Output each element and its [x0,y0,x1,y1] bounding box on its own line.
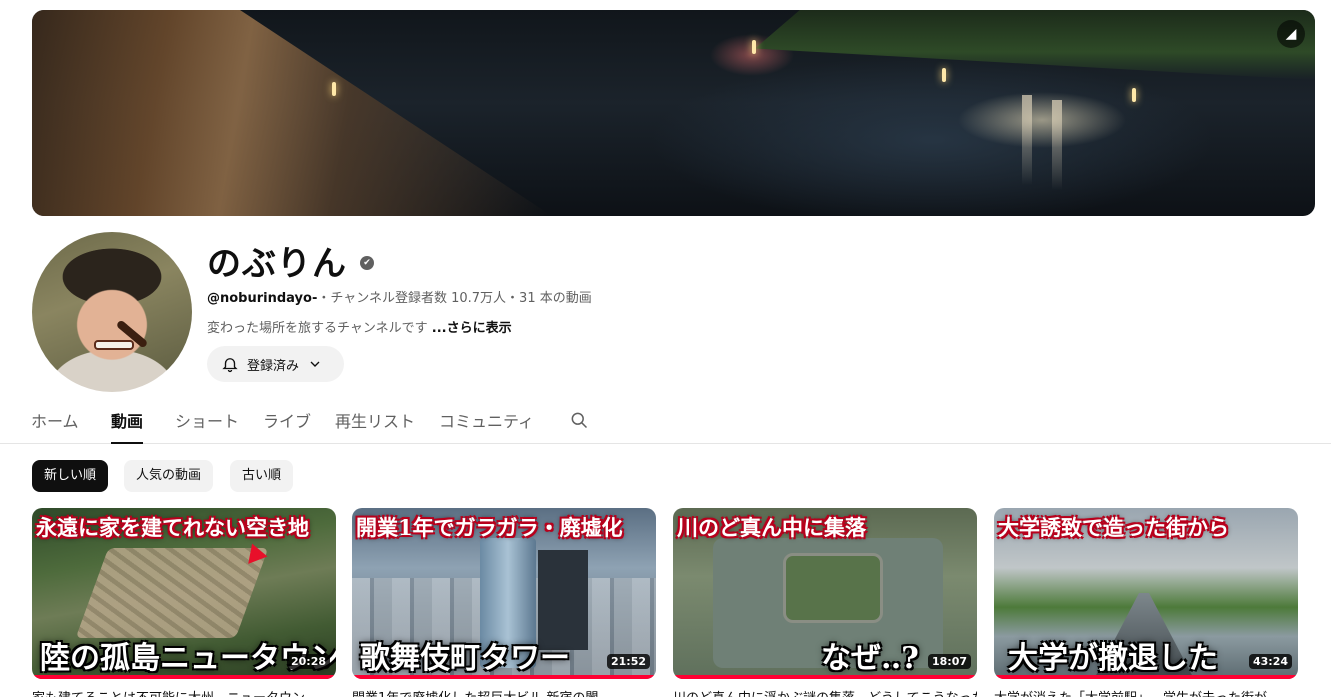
video-thumbnail[interactable]: 川のど真ん中に集落 なぜ‥? 18:07 [673,508,977,679]
video-title[interactable]: 開業1年で廃墟化した超巨大ビル 新宿の闇 … [352,687,656,697]
avatar-mouth [94,340,134,350]
video-duration: 21:52 [606,654,650,669]
channel-meta: @noburindayo-・チャンネル登録者数 10.7万人・31 本の動画 [207,287,592,306]
tab-community[interactable]: コミュニティ [439,408,534,444]
chevron-down-icon [310,361,320,367]
banner-reflection [1022,95,1032,185]
watch-progress-bar [673,675,977,679]
search-icon[interactable] [569,410,589,430]
subscribed-button[interactable]: 登録済み [207,346,344,382]
thumbnail-bottom-text: 歌舞伎町タワー [360,641,570,676]
banner-light [752,40,756,54]
banner-riverbank [755,10,1315,80]
banner-light [1132,88,1136,102]
watch-progress-bar [994,675,1298,679]
video-thumbnail[interactable]: 大学誘致で造った街から 大学が撤退した 43:24 [994,508,1298,679]
tab-shorts[interactable]: ショート [175,408,239,444]
channel-description[interactable]: 変わった場所を旅するチャンネルです ...さらに表示 [207,317,512,336]
thumbnail-bottom-text: なぜ‥? [821,641,919,676]
video-title[interactable]: 川のど真ん中に浮かぶ謎の集落…どうしてこうなった [673,687,977,697]
thumbnail-top-text: 大学誘致で造った街から [998,515,1229,540]
thumbnail-top-text: 川のど真ん中に集落 [677,515,866,540]
tab-videos[interactable]: 動画 [111,408,144,444]
channel-handle: @noburindayo- [207,291,318,306]
bell-icon [222,358,238,373]
banner-walkway [32,10,552,216]
channel-tabs: ホーム 動画 ショート ライブ 再生リスト コミュニティ [0,400,1331,444]
thumbnail-art [783,553,883,623]
channel-description-text: 変わった場所を旅するチャンネルです [207,321,428,336]
video-card[interactable]: 開業1年でガラガラ・廃墟化 歌舞伎町タワー 21:52 開業1年で廃墟化した超巨… [352,508,656,697]
chip-popular[interactable]: 人気の動画 [124,460,214,492]
thumbnail-top-text: 永遠に家を建てれない空き地 [36,515,309,540]
chip-oldest[interactable]: 古い順 [230,460,294,492]
video-thumbnail[interactable]: 開業1年でガラガラ・廃墟化 歌舞伎町タワー 21:52 [352,508,656,679]
channel-banner: ◢ [32,10,1315,216]
watch-progress-bar [352,675,656,679]
channel-avatar[interactable] [32,232,192,392]
video-title[interactable]: 大学が消えた「大学前駅」…学生が去った街が… [994,687,1298,697]
video-card[interactable]: 大学誘致で造った街から 大学が撤退した 43:24 大学が消えた「大学前駅」…学… [994,508,1298,697]
watch-progress-bar [32,675,336,679]
thumbnail-art [75,548,269,638]
video-card[interactable]: 永遠に家を建てれない空き地 陸の孤島ニュータウン 20:28 家も建てることは不… [32,508,336,697]
video-card[interactable]: 川のど真ん中に集落 なぜ‥? 18:07 川のど真ん中に浮かぶ謎の集落…どうして… [673,508,977,697]
video-duration: 20:28 [286,654,330,669]
channel-stats: ・チャンネル登録者数 10.7万人・31 本の動画 [317,291,592,306]
video-duration: 18:07 [927,654,971,669]
video-title[interactable]: 家も建てることは不可能に大州…ニュータウン [32,687,336,697]
tab-playlists[interactable]: 再生リスト [335,408,415,444]
banner-light [332,82,336,96]
channel-name: のぶりん [207,244,347,284]
tab-live[interactable]: ライブ [263,408,311,444]
chip-newest[interactable]: 新しい順 [32,460,109,492]
subscribed-label: 登録済み [247,358,300,374]
verified-icon: ✔ [360,256,374,270]
video-thumbnail[interactable]: 永遠に家を建てれない空き地 陸の孤島ニュータウン 20:28 [32,508,336,679]
show-more-link[interactable]: ...さらに表示 [432,321,512,336]
camera-icon[interactable]: ◢ [1277,20,1305,48]
banner-reflection [1052,100,1062,190]
tab-home[interactable]: ホーム [31,408,79,444]
video-duration: 43:24 [1248,654,1292,669]
thumbnail-top-text: 開業1年でガラガラ・廃墟化 [356,515,623,540]
thumbnail-bottom-text: 大学が撤退した [1008,641,1218,676]
banner-light [942,68,946,82]
